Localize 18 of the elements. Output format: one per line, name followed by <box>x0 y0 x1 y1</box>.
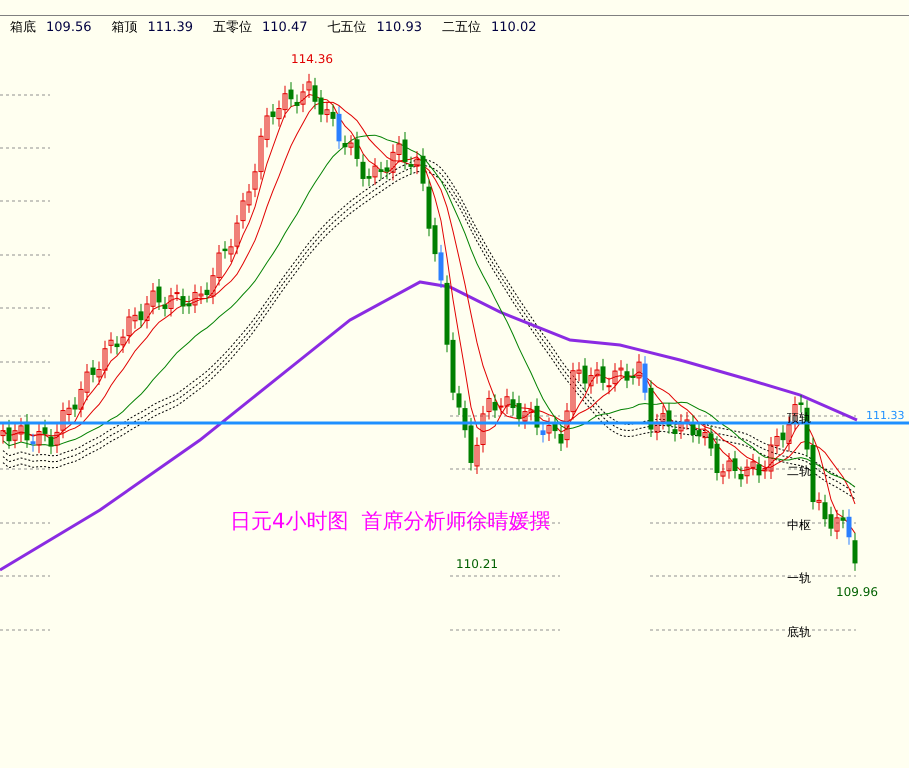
high-price-label: 114.36 <box>291 52 333 66</box>
stat-value: 111.39 <box>148 20 193 34</box>
level-label: 中枢 <box>787 518 811 532</box>
stat-label: 箱底 <box>10 19 36 36</box>
last-price-label: 109.96 <box>836 585 878 599</box>
stat-label: 七五位 <box>328 19 366 36</box>
stat-label: 二五位 <box>442 19 481 36</box>
price-line-label: 111.33 <box>866 409 904 422</box>
chart-title: 日元4小时图 首席分析师徐晴媛撰 <box>230 509 551 533</box>
stat-value: 110.47 <box>262 20 308 34</box>
low-price-label: 110.21 <box>456 557 498 571</box>
stat-label: 箱顶 <box>112 19 138 36</box>
level-label: 一轨 <box>787 571 811 585</box>
stat-value: 109.56 <box>46 20 92 34</box>
stat-value: 110.93 <box>376 20 422 34</box>
stat-value: 110.02 <box>491 20 536 34</box>
level-label: 底轨 <box>787 625 811 639</box>
stat-label: 五零位 <box>213 19 252 36</box>
